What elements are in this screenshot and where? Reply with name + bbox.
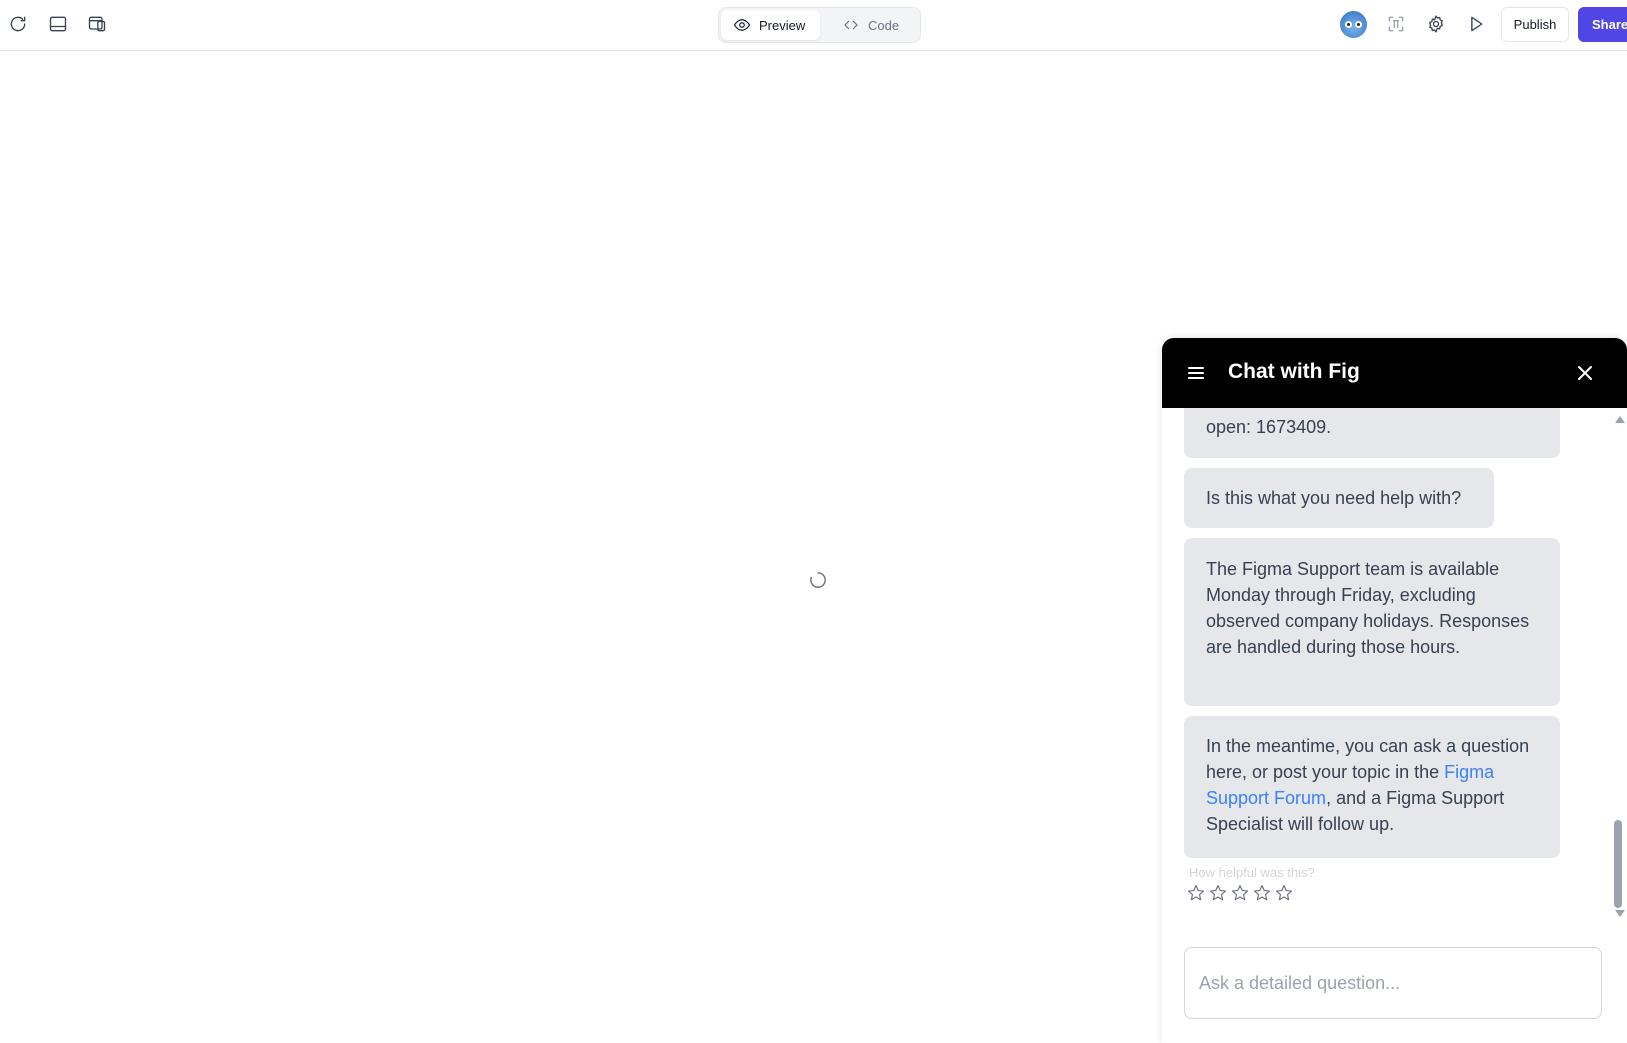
star-icon[interactable] (1209, 884, 1227, 902)
star-icon[interactable] (1253, 884, 1271, 902)
chat-message: In the meantime, you can ask a question … (1184, 716, 1560, 858)
chat-message-text: open: 1673409. (1206, 417, 1332, 437)
tab-preview-label: Preview (759, 17, 806, 33)
tab-code-label: Code (868, 17, 900, 33)
tab-code[interactable]: Code (836, 10, 916, 40)
eye-icon (733, 19, 751, 31)
chat-message: Is this what you need help with? (1184, 468, 1494, 528)
chat-message-text: The Figma Support team is available Mond… (1206, 559, 1530, 657)
refresh-icon[interactable] (6, 12, 30, 36)
avatar[interactable] (1340, 11, 1367, 38)
chat-message-text: Is this what you need help with? (1206, 488, 1462, 508)
scroll-up-arrow-icon[interactable] (1615, 416, 1625, 423)
star-icon[interactable] (1275, 884, 1293, 902)
responsive-layout-icon[interactable] (85, 12, 109, 36)
close-icon[interactable] (1575, 363, 1595, 383)
chat-message: open: 1673409. (1184, 408, 1560, 458)
code-icon (844, 20, 858, 30)
scroll-thumb[interactable] (1614, 820, 1622, 908)
gear-icon[interactable] (1424, 12, 1448, 36)
chat-messages[interactable]: open: 1673409. Is this what you need hel… (1162, 408, 1627, 928)
chat-message: The Figma Support team is available Mond… (1184, 538, 1560, 706)
top-toolbar: Preview Code Publish Share (0, 0, 1627, 51)
chat-question-input[interactable] (1184, 947, 1602, 1019)
panel-layout-icon[interactable] (46, 12, 70, 36)
rating-label: How helpful was this? (1189, 865, 1315, 880)
play-icon[interactable] (1464, 12, 1488, 36)
view-toggle: Preview Code (718, 7, 921, 43)
rating-stars (1187, 884, 1293, 902)
hamburger-menu-icon[interactable] (1186, 363, 1206, 383)
chat-title: Chat with Fig (1228, 360, 1360, 383)
chat-header: Chat with Fig (1162, 338, 1627, 408)
tab-preview[interactable]: Preview (721, 10, 820, 40)
frame-icon[interactable] (1384, 12, 1408, 36)
publish-button[interactable]: Publish (1501, 7, 1569, 42)
star-icon[interactable] (1231, 884, 1249, 902)
chat-scrollbar[interactable] (1609, 408, 1625, 928)
chat-panel: Chat with Fig open: 1673409. Is this wha… (1162, 338, 1627, 1043)
share-button[interactable]: Share (1578, 7, 1627, 42)
star-icon[interactable] (1187, 884, 1205, 902)
scroll-down-arrow-icon[interactable] (1615, 910, 1625, 917)
loading-spinner-icon (809, 571, 827, 589)
